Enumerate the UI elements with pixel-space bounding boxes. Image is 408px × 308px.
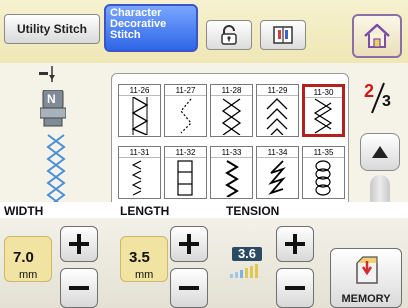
- stitch-grid: 11-26 11-27 11-28 11-29 11-30 11-31 11-3…: [111, 73, 349, 211]
- width-minus-button[interactable]: [60, 268, 98, 308]
- width-unit: mm: [19, 269, 38, 281]
- tension-label: TENSION: [226, 204, 280, 218]
- stitch-cell-11-28[interactable]: 11-28: [210, 84, 253, 137]
- plus-icon: [285, 234, 305, 254]
- plus-icon: [179, 234, 199, 254]
- tab-utility-stitch[interactable]: Utility Stitch: [4, 14, 100, 44]
- width-plus-button[interactable]: [60, 226, 98, 262]
- length-value-box: 3.5 mm: [120, 236, 168, 282]
- stitch-pattern-icon: [177, 160, 193, 196]
- width-label: WIDTH: [4, 204, 44, 218]
- stitch-number: 11-29: [257, 85, 298, 96]
- length-minus-button[interactable]: [170, 268, 208, 308]
- stitch-cell-11-34[interactable]: 11-34: [256, 146, 299, 199]
- tension-level-icon: [230, 264, 258, 278]
- stitch-pattern-icon: [225, 160, 239, 197]
- length-unit: mm: [135, 269, 154, 281]
- stitch-cell-11-32[interactable]: 11-32: [164, 146, 207, 199]
- needle-icon: [39, 66, 55, 82]
- minus-icon: [69, 286, 89, 290]
- stitch-cell-11-29[interactable]: 11-29: [256, 84, 299, 137]
- length-label: LENGTH: [120, 204, 170, 218]
- stitch-cell-11-33[interactable]: 11-33: [210, 146, 253, 199]
- stitch-pattern-icon: [131, 97, 149, 135]
- triangle-up-icon: [372, 146, 388, 158]
- stitch-number: 11-27: [165, 85, 206, 96]
- width-value-box: 7.0 mm: [4, 236, 52, 282]
- tab-character-decorative-stitch[interactable]: Character Decorative Stitch: [104, 4, 198, 52]
- stitch-number: 11-34: [257, 147, 298, 158]
- tab-utility-stitch-label: Utility Stitch: [16, 22, 87, 36]
- plus-icon: [69, 234, 89, 254]
- stitch-pattern-icon: [221, 98, 242, 135]
- length-plus-button[interactable]: [170, 226, 208, 262]
- settings-controls: 7.0 mm 3.5 mm 3.6 MEMORY: [0, 218, 408, 308]
- stitch-number: 11-26: [119, 85, 160, 96]
- home-button[interactable]: [352, 14, 402, 58]
- book-icon: [273, 26, 293, 44]
- stitch-cell-11-31[interactable]: 11-31: [118, 146, 161, 199]
- tab-character-line-3: Stitch: [110, 29, 141, 41]
- tension-minus-button[interactable]: [276, 268, 314, 308]
- stitch-panel: N 11-26 11-27 11-28 11-29 11-30 11-31 11…: [0, 63, 408, 215]
- settings-labels: WIDTH LENGTH TENSION: [0, 202, 408, 218]
- stitch-cell-11-27[interactable]: 11-27: [164, 84, 207, 137]
- top-bar: Utility Stitch Character Decorative Stit…: [0, 0, 408, 63]
- presser-foot-letter: N: [47, 92, 56, 106]
- lock-button[interactable]: [206, 20, 252, 50]
- stitch-number: 11-32: [165, 147, 206, 158]
- memory-icon: [356, 256, 378, 284]
- minus-icon: [179, 286, 199, 290]
- stitch-pattern-icon: [268, 160, 286, 195]
- stitch-cell-11-35[interactable]: 11-35: [302, 146, 345, 199]
- stitch-number: 11-33: [211, 147, 252, 158]
- page-total: 3: [382, 93, 391, 110]
- stitch-preview-icon: [46, 134, 66, 207]
- book-button[interactable]: [260, 20, 306, 50]
- presser-foot-icon: N: [39, 89, 67, 130]
- scroll-up-button[interactable]: [360, 133, 400, 171]
- stitch-pattern-icon: [131, 160, 142, 196]
- stitch-pattern-icon: [266, 98, 288, 135]
- stitch-cell-11-30[interactable]: 11-30: [302, 84, 345, 137]
- tension-value: 3.6: [232, 247, 262, 261]
- stitch-number: 11-31: [119, 147, 160, 158]
- tension-plus-button[interactable]: [276, 226, 314, 262]
- memory-button[interactable]: MEMORY: [330, 248, 402, 308]
- memory-label: MEMORY: [341, 293, 391, 305]
- page-indicator: 2 3: [356, 81, 404, 115]
- stitch-pattern-icon: [180, 98, 192, 134]
- home-icon: [364, 23, 390, 48]
- tension-display: 3.6: [228, 236, 274, 282]
- minus-icon: [285, 286, 305, 290]
- lock-icon: [221, 25, 237, 45]
- stitch-pattern-icon: [315, 160, 331, 196]
- stitch-pattern-icon: [313, 98, 333, 134]
- stitch-number: 11-28: [211, 85, 252, 96]
- stitch-number: 11-35: [303, 147, 344, 158]
- width-value: 7.0: [13, 249, 34, 266]
- stitch-cell-11-26[interactable]: 11-26: [118, 84, 161, 137]
- length-value: 3.5: [129, 249, 150, 266]
- machine-status-column: N: [0, 63, 112, 208]
